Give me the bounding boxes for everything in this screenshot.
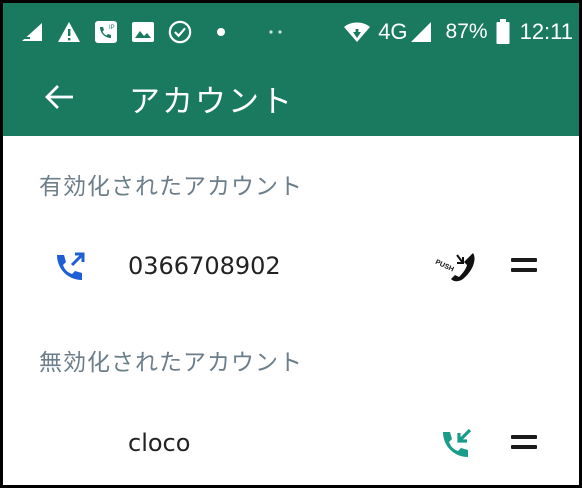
battery-icon <box>496 19 510 45</box>
account-label: cloco <box>128 429 191 457</box>
account-row-disabled[interactable]: cloco <box>3 413 579 477</box>
wifi-icon <box>342 20 372 44</box>
svg-text:IP: IP <box>109 25 115 31</box>
arrow-left-icon <box>45 85 74 113</box>
disabled-accounts-header: 無効化されたアカウント <box>39 350 303 376</box>
dot-icon <box>209 20 233 44</box>
push-call-icon[interactable]: PUSH <box>433 249 479 285</box>
account-label: 0366708902 <box>128 252 281 280</box>
status-bar: IP 4G 87% 12:11 <box>3 3 579 62</box>
screen-frame: IP 4G 87% 12:11 アカウント 有効化されたアカウント 036670… <box>0 0 582 488</box>
network-type: 4G <box>378 19 408 44</box>
status-icons-left: IP <box>20 15 301 49</box>
back-button[interactable] <box>41 81 77 117</box>
status-icons-right: 4G 87% 12:11 <box>336 13 573 51</box>
account-row-enabled[interactable]: 0366708902 PUSH <box>3 236 579 300</box>
enabled-accounts-header: 有効化されたアカウント <box>39 174 303 200</box>
signal-icon <box>410 21 432 43</box>
drag-handle[interactable] <box>511 435 541 455</box>
drag-handle[interactable] <box>511 258 541 278</box>
clock: 12:11 <box>519 19 573 44</box>
sim-alert-icon <box>20 20 44 44</box>
image-icon <box>131 20 155 44</box>
check-circle-icon <box>168 20 192 44</box>
more-dots-icon <box>264 20 288 44</box>
phone-outgoing-icon <box>53 250 87 284</box>
app-bar: アカウント <box>3 62 579 136</box>
phone-incoming-icon[interactable] <box>433 426 479 462</box>
battery-percent: 87% <box>445 20 488 43</box>
voip-icon: IP <box>94 20 118 44</box>
page-title: アカウント <box>129 84 294 120</box>
svg-text:PUSH: PUSH <box>434 259 455 274</box>
warning-icon <box>57 20 81 44</box>
